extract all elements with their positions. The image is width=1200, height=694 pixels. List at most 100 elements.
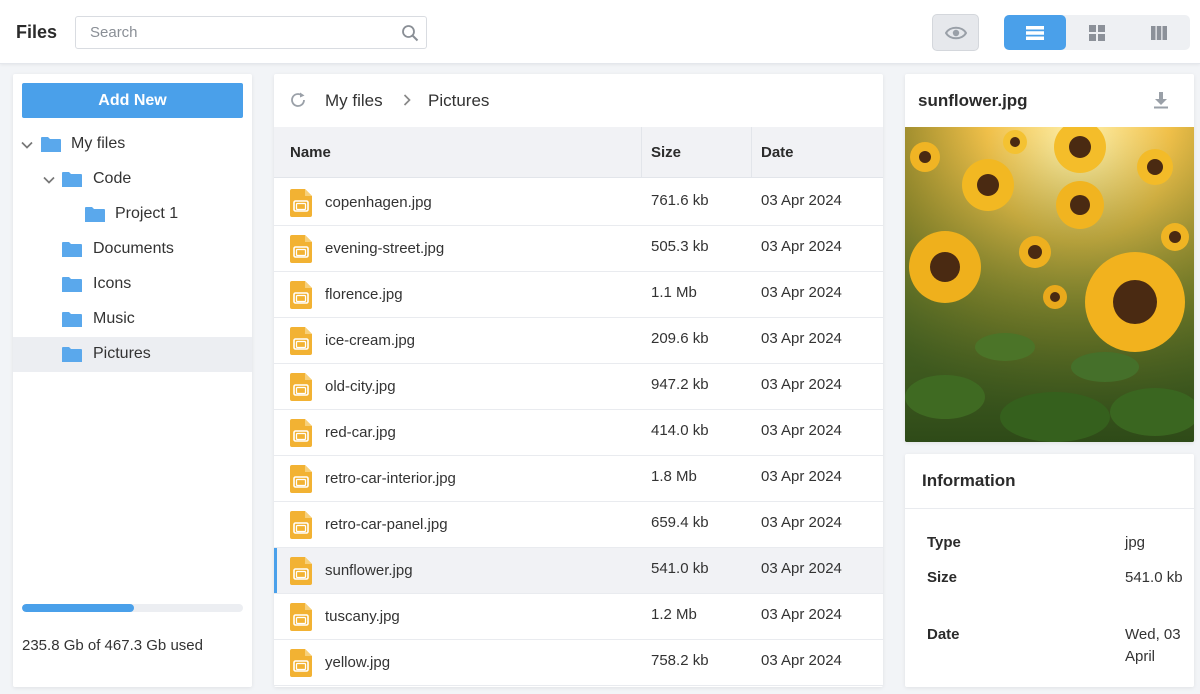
file-date: 03 Apr 2024 [761,376,842,393]
chevron-right-icon [403,94,411,106]
folder-icon [85,207,105,222]
image-file-icon [290,557,312,585]
image-file-icon [290,327,312,355]
tree-item-label: Documents [93,240,174,257]
image-file-icon [290,189,312,217]
image-file-icon [290,235,312,263]
search-icon[interactable] [401,24,419,42]
file-size: 1.1 Mb [651,284,697,301]
file-date: 03 Apr 2024 [761,284,842,301]
folder-icon [62,347,82,362]
storage-usage-text: 235.8 Gb of 467.3 Gb used [22,637,203,654]
tree-item-icons[interactable]: Icons [13,267,252,302]
table-header: Name Size Date [274,127,883,178]
table-row[interactable]: red-car.jpg 414.0 kb 03 Apr 2024 [274,410,883,456]
file-name: florence.jpg [325,286,403,303]
chevron-down-icon[interactable] [20,138,34,152]
sidebar: Add New My files Code Project 1 Document… [13,74,252,687]
file-list-panel: My files Pictures Name Size Date copenha… [274,74,883,687]
tree-item-code[interactable]: Code [13,162,252,197]
file-size: 1.8 Mb [651,468,697,485]
tree-item-label: Pictures [93,345,151,362]
tree-item-label: Code [93,170,132,187]
info-date-value: Wed, 03 April [1125,626,1181,665]
list-view-icon [1026,25,1044,40]
file-date: 03 Apr 2024 [761,560,842,577]
image-file-icon [290,603,312,631]
file-date: 03 Apr 2024 [761,514,842,531]
file-size: 761.6 kb [651,192,709,209]
breadcrumb-item-my-files[interactable]: My files [325,91,383,111]
table-row[interactable]: copenhagen.jpg 761.6 kb 03 Apr 2024 [274,180,883,226]
file-size: 209.6 kb [651,330,709,347]
file-date: 03 Apr 2024 [761,238,842,255]
search-box[interactable] [75,16,427,49]
column-header-date[interactable]: Date [761,144,794,161]
breadcrumb-item-pictures[interactable]: Pictures [428,91,489,111]
file-name: red-car.jpg [325,424,396,441]
table-row[interactable]: tuscany.jpg 1.2 Mb 03 Apr 2024 [274,594,883,640]
search-input[interactable] [76,17,426,48]
table-row[interactable]: yellow.jpg 758.2 kb 03 Apr 2024 [274,640,883,686]
information-panel: Information Type jpg Size 541.0 kb Date … [905,454,1194,687]
download-icon[interactable] [1152,91,1170,109]
file-name: retro-car-panel.jpg [325,516,448,533]
grid-view-icon [1089,24,1105,41]
list-view-button[interactable] [1004,15,1066,50]
folder-icon [62,277,82,292]
tree-item-pictures[interactable]: Pictures [13,337,252,372]
file-name: evening-street.jpg [325,240,445,257]
columns-view-button[interactable] [1128,15,1190,50]
tree-item-documents[interactable]: Documents [13,232,252,267]
file-size: 1.2 Mb [651,606,697,623]
table-row[interactable]: florence.jpg 1.1 Mb 03 Apr 2024 [274,272,883,318]
table-row[interactable]: evening-street.jpg 505.3 kb 03 Apr 2024 [274,226,883,272]
preview-toggle-button[interactable] [932,14,979,51]
info-type-value: jpg [1125,534,1146,551]
folder-icon [62,312,82,327]
file-name: tuscany.jpg [325,608,400,625]
folder-icon [41,137,61,152]
file-date: 03 Apr 2024 [761,652,842,669]
info-date-label: Date [927,626,960,643]
file-name: yellow.jpg [325,654,391,671]
file-name: old-city.jpg [325,378,396,395]
column-header-name[interactable]: Name [290,144,331,161]
tree-item-label: Music [93,310,135,327]
file-date: 03 Apr 2024 [761,468,842,485]
tree-item-label: Icons [93,275,132,292]
preview-panel: sunflower.jpg [905,74,1194,442]
file-date: 03 Apr 2024 [761,192,842,209]
tree-item-my-files[interactable]: My files [13,127,252,162]
grid-view-button[interactable] [1066,15,1128,50]
chevron-down-icon[interactable] [42,173,56,187]
column-divider [641,127,642,178]
file-name: sunflower.jpg [325,562,413,579]
table-row[interactable]: retro-car-interior.jpg 1.8 Mb 03 Apr 2024 [274,456,883,502]
image-file-icon [290,465,312,493]
file-date: 03 Apr 2024 [761,422,842,439]
table-row[interactable]: retro-car-panel.jpg 659.4 kb 03 Apr 2024 [274,502,883,548]
tree-item-music[interactable]: Music [13,302,252,337]
view-mode-switch [1004,15,1190,50]
column-header-size[interactable]: Size [651,144,681,161]
table-row[interactable]: sunflower.jpg 541.0 kb 03 Apr 2024 [274,548,883,594]
info-type-label: Type [927,534,961,551]
folder-icon [62,172,82,187]
file-size: 505.3 kb [651,238,709,255]
file-size: 414.0 kb [651,422,709,439]
image-file-icon [290,511,312,539]
file-name: ice-cream.jpg [325,332,416,349]
eye-icon [944,26,967,39]
refresh-icon[interactable] [289,91,307,109]
image-file-icon [290,373,312,401]
file-rows: copenhagen.jpg 761.6 kb 03 Apr 2024 evening… [274,180,883,686]
folder-icon [62,242,82,257]
storage-usage-bar [22,604,243,612]
table-row[interactable]: ice-cream.jpg 209.6 kb 03 Apr 2024 [274,318,883,364]
add-new-button[interactable]: Add New [22,83,243,118]
file-name: retro-car-interior.jpg [325,470,456,487]
tree-item-project-1[interactable]: Project 1 [13,197,252,232]
table-row[interactable]: old-city.jpg 947.2 kb 03 Apr 2024 [274,364,883,410]
file-size: 541.0 kb [651,560,709,577]
